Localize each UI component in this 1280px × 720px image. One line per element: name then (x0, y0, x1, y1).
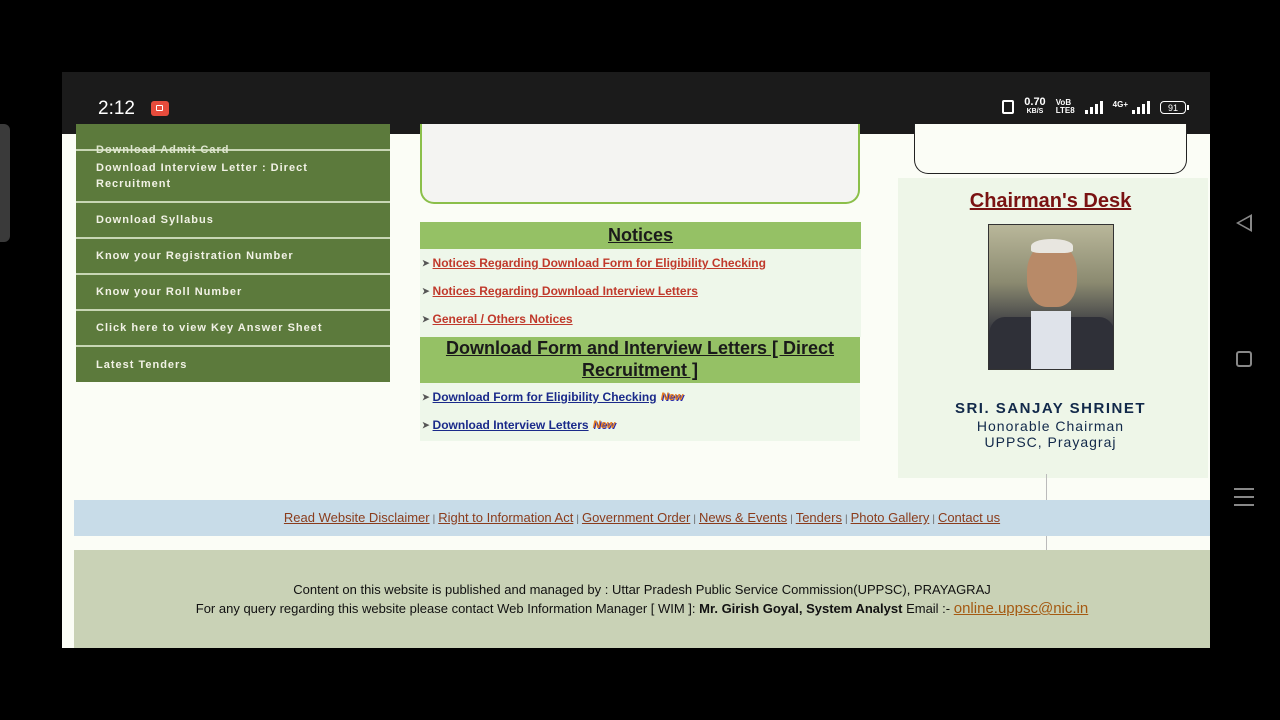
downloads-title: Download Form and Interview Letters [ Di… (420, 337, 860, 383)
chairman-org: UPPSC, Prayagraj (984, 434, 1117, 450)
right-box-bottom (914, 124, 1187, 174)
chairman-photo (988, 224, 1114, 370)
battery-icon: 91 (1160, 100, 1189, 114)
notice-link-item: ➤ Notices Regarding Download Interview Le… (420, 277, 861, 305)
footer-link-news-events[interactable]: News & Events (699, 510, 787, 525)
chairman-role: Honorable Chairman UPPSC, Prayagraj (898, 418, 1203, 450)
footer-link-rti[interactable]: Right to Information Act (438, 510, 573, 525)
download-link-item: ➤ Download Interview Letters New (420, 411, 860, 439)
footer-line-1: Content on this website is published and… (293, 582, 991, 597)
web-content: Download Admit Card Download Interview L… (62, 124, 1210, 648)
separator: | (790, 514, 793, 525)
notice-link-interview[interactable]: Notices Regarding Download Interview Let… (433, 284, 698, 298)
notice-link-item: ➤ General / Others Notices (420, 305, 861, 333)
separator: | (576, 514, 579, 525)
menu-item-label: Download Interview Letter : Direct Recru… (96, 162, 308, 190)
notices-panel: Notices ➤ Notices Regarding Download Form… (420, 222, 861, 441)
arrow-icon: ➤ (422, 391, 430, 402)
separator: | (932, 514, 935, 525)
footer-link-government-order[interactable]: Government Order (582, 510, 690, 525)
menu-item-key-answer-sheet[interactable]: Click here to view Key Answer Sheet (76, 311, 390, 347)
notice-link-item: ➤ Notices Regarding Download Form for Eli… (420, 249, 861, 277)
status-icons: 0.70 KB/S VoB LTE8 4G+ 91 (1002, 97, 1189, 116)
speed-unit: KB/S (1026, 108, 1044, 115)
download-link-item: ➤ Download Form for Eligibility Checking N… (420, 383, 860, 411)
footer-link-tenders[interactable]: Tenders (796, 510, 842, 525)
new-badge-icon: New (660, 391, 684, 403)
notices-list: ➤ Notices Regarding Download Form for Eli… (420, 249, 861, 337)
chairman-name: SRI. SANJAY SHRINET (954, 400, 1147, 417)
menu-item-label: Click here to view Key Answer Sheet (96, 322, 323, 334)
menu-item-label: Know your Registration Number (96, 250, 294, 262)
footer-email-link[interactable]: online.uppsc@nic.in (954, 600, 1088, 617)
footer-link-disclaimer[interactable]: Read Website Disclaimer (284, 510, 430, 525)
footer-line-2: For any query regarding this website ple… (74, 600, 1210, 617)
menu-item-label: Latest Tenders (96, 358, 188, 371)
arrow-icon: ➤ (422, 419, 430, 430)
footer-wim-name: Mr. Girish Goyal, System Analyst (699, 601, 903, 616)
signal-4g-icon: 4G+ (1113, 100, 1150, 114)
footer-link-contact[interactable]: Contact us (938, 510, 1000, 525)
menu-item-label: Download Admit Card (96, 144, 230, 156)
notices-title: Notices (420, 222, 861, 249)
volte-indicator: VoB LTE8 (1056, 99, 1075, 115)
arrow-icon: ➤ (422, 257, 430, 268)
downloads-list: ➤ Download Form for Eligibility Checking N… (420, 383, 860, 441)
menu-item-registration-number[interactable]: Know your Registration Number (76, 239, 390, 275)
menu-item-label: Download Syllabus (96, 214, 214, 226)
status-time: 2:12 (98, 98, 135, 119)
menu-icon[interactable] (1234, 488, 1254, 512)
chairman-panel: Chairman's Desk SRI. SANJAY SHRINET Hono… (898, 178, 1208, 478)
site-footer: Content on this website is published and… (74, 550, 1210, 648)
menu-item-latest-tenders[interactable]: Latest Tenders (76, 347, 390, 382)
arrow-icon: ➤ (422, 285, 430, 296)
footer-link-photo-gallery[interactable]: Photo Gallery (851, 510, 930, 525)
footer-link-bar: Read Website Disclaimer | Right to Informa… (74, 500, 1210, 536)
menu-item-roll-number[interactable]: Know your Roll Number (76, 275, 390, 311)
volte-bottom: LTE8 (1055, 106, 1075, 115)
menu-item-admit-card[interactable]: Download Admit Card (76, 124, 390, 156)
network-type: 4G+ (1112, 100, 1128, 109)
signal-icon (1084, 100, 1103, 114)
home-icon[interactable] (1236, 351, 1252, 367)
menu-item-label: Know your Roll Number (96, 286, 243, 298)
scroll-box-bottom (420, 124, 860, 204)
footer-email-label: Email :- (906, 601, 951, 616)
phone-screen: 2:12 0.70 KB/S VoB LTE8 4G+ 91 Download Ad… (62, 72, 1210, 648)
download-form-link[interactable]: Download Form for Eligibility Checking (433, 390, 657, 404)
screen-record-icon (151, 101, 169, 116)
chairman-role-title: Honorable Chairman (976, 418, 1125, 434)
network-speed: 0.70 KB/S (1024, 97, 1045, 116)
separator: | (693, 514, 696, 525)
separator: | (844, 514, 848, 525)
separator: | (432, 514, 436, 525)
footer-query-text: For any query regarding this website ple… (195, 601, 696, 616)
notice-link-eligibility[interactable]: Notices Regarding Download Form for Elig… (433, 256, 766, 270)
arrow-icon: ➤ (422, 313, 430, 324)
menu-item-interview-letter[interactable]: Download Interview Letter : Direct Recru… (76, 151, 390, 203)
back-icon[interactable] (1236, 214, 1252, 232)
screen-edge-handle (0, 124, 10, 242)
left-menu: Download Admit Card Download Interview L… (76, 124, 390, 382)
notice-link-general[interactable]: General / Others Notices (433, 312, 573, 326)
download-interview-link[interactable]: Download Interview Letters (433, 418, 589, 432)
menu-item-syllabus[interactable]: Download Syllabus (76, 203, 390, 239)
vibrate-icon (1002, 100, 1015, 114)
new-badge-icon: New (592, 419, 616, 431)
system-nav-bar (1226, 200, 1264, 530)
chairman-desk-title: Chairman's Desk (969, 190, 1132, 212)
